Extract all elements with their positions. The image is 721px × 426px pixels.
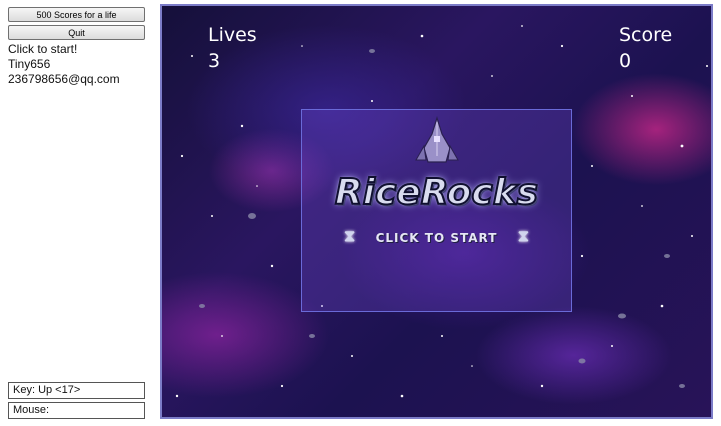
start-splash[interactable]: RiceRocks ⧗ CLICK TO START ⧗ [301,109,572,312]
control-panel: 500 Scores for a life Quit Click to star… [0,0,155,426]
author-name: Tiny656 [8,57,51,71]
right-ornament-icon: ⧗ [517,228,529,245]
score-label: Score [619,24,673,46]
quit-button[interactable]: Quit [8,25,145,40]
score-value: 0 [619,50,632,72]
key-status-box: Key: Up <17> [8,382,145,399]
author-email: 236798656@qq.com [8,72,120,86]
click-to-start-text[interactable]: CLICK TO START [302,231,571,245]
lives-value: 3 [208,50,221,72]
mouse-status-box: Mouse: [8,402,145,419]
game-logo: RiceRocks [334,171,539,214]
bonus-life-button[interactable]: 500 Scores for a life [8,7,145,22]
lives-label: Lives [208,24,257,46]
ship-icon [415,116,459,163]
instruction-text: Click to start! [8,42,78,56]
game-canvas[interactable]: Lives 3 Score 0 RiceRocks ⧗ CLICK TO STA… [160,4,713,419]
